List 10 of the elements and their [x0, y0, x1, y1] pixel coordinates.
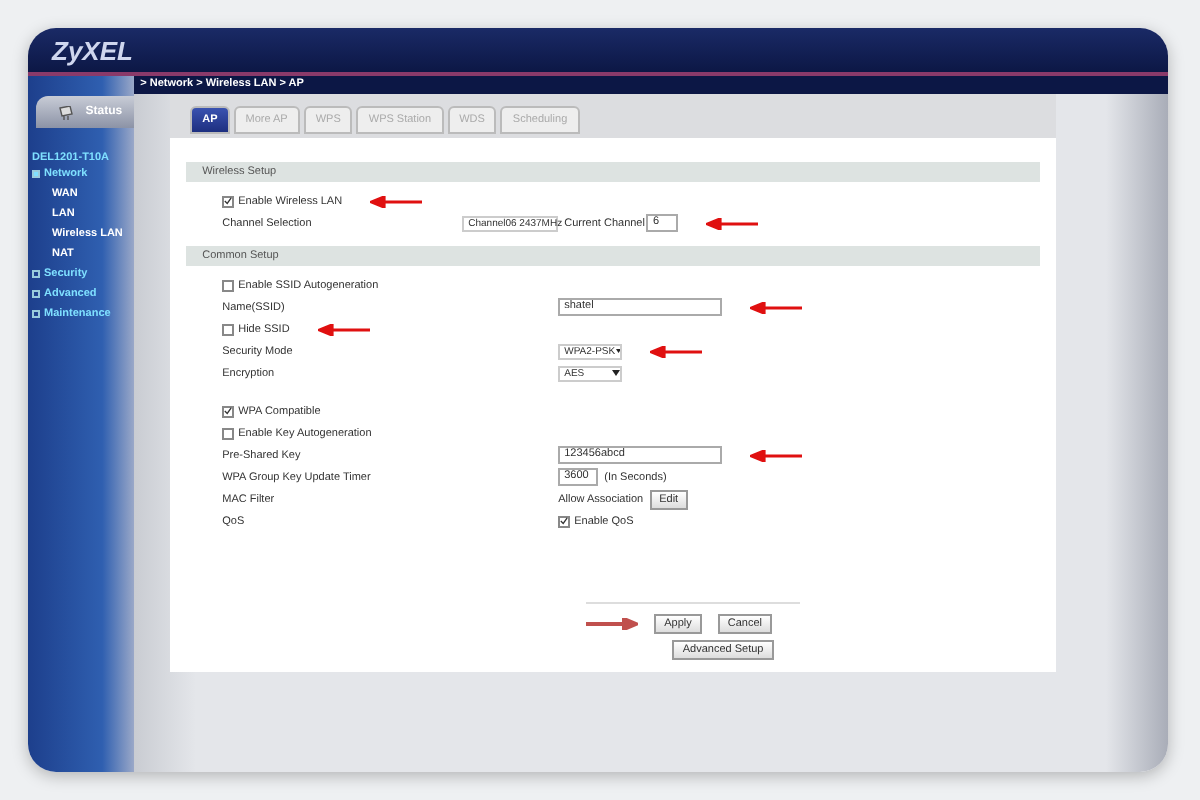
checkbox[interactable] — [222, 405, 235, 417]
checkbox[interactable] — [222, 195, 235, 207]
dropdown-caret-icon — [612, 370, 621, 376]
checkbox[interactable] — [222, 279, 235, 291]
dropdown-caret-icon — [615, 348, 621, 354]
monitor-icon — [57, 105, 74, 119]
checkbox[interactable] — [222, 323, 235, 335]
checkbox[interactable] — [558, 515, 571, 527]
logo: ZyXEL — [52, 35, 133, 65]
checkbox[interactable] — [222, 427, 235, 439]
